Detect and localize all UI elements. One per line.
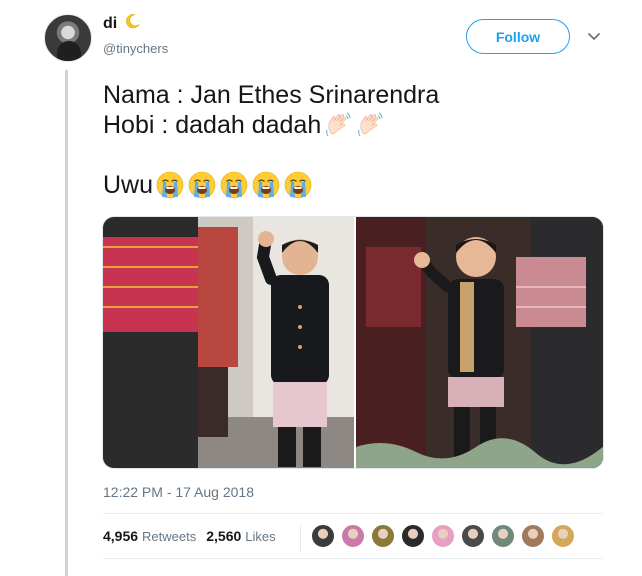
tweet-line-2: Hobi : dadah dadah bbox=[103, 111, 322, 139]
loudly-crying-face-icon bbox=[284, 171, 312, 199]
liker-avatar[interactable] bbox=[521, 524, 545, 548]
retweets-label: Retweets bbox=[142, 529, 197, 544]
tweet-line-1: Nama : Jan Ethes Srinarendra bbox=[103, 81, 440, 109]
media-grid bbox=[102, 216, 604, 469]
stats-bar: 4,956 Retweets 2,560 Likes bbox=[103, 513, 603, 559]
avatar[interactable] bbox=[44, 14, 92, 62]
liker-avatar[interactable] bbox=[311, 524, 335, 548]
chevron-down-icon[interactable] bbox=[587, 29, 601, 43]
liker-avatar[interactable] bbox=[401, 524, 425, 548]
retweets-stat[interactable]: 4,956 Retweets bbox=[103, 528, 196, 544]
loudly-crying-face-icon bbox=[156, 171, 184, 199]
tweet-line-uwu: Uwu bbox=[103, 170, 439, 200]
display-name[interactable]: di bbox=[103, 15, 117, 33]
liker-avatar[interactable] bbox=[371, 524, 395, 548]
liker-avatar[interactable] bbox=[341, 524, 365, 548]
liker-avatar[interactable] bbox=[461, 524, 485, 548]
loudly-crying-face-icon bbox=[252, 171, 280, 199]
tweet-text: Nama : Jan Ethes Srinarendra Hobi : dada… bbox=[103, 80, 439, 200]
tweet-line-name: Nama : Jan Ethes Srinarendra bbox=[103, 80, 439, 110]
likes-stat[interactable]: 2,560 Likes bbox=[206, 528, 275, 544]
photo-right[interactable] bbox=[355, 217, 603, 468]
liker-avatar[interactable] bbox=[491, 524, 515, 548]
thread-line bbox=[65, 70, 68, 576]
liker-avatars bbox=[300, 524, 581, 552]
likes-label: Likes bbox=[245, 529, 276, 544]
user-handle[interactable]: @tinychers bbox=[103, 41, 168, 56]
liker-avatar[interactable] bbox=[431, 524, 455, 548]
tweet-line-3: Uwu bbox=[103, 171, 154, 199]
tweet-timestamp[interactable]: 12:22 PM - 17 Aug 2018 bbox=[103, 484, 254, 500]
photo-left-illustration bbox=[103, 217, 354, 468]
photo-left[interactable] bbox=[103, 217, 354, 468]
loudly-crying-face-icon bbox=[188, 171, 216, 199]
follow-button[interactable]: Follow bbox=[466, 19, 570, 54]
photo-right-illustration bbox=[355, 217, 603, 468]
likes-count: 2,560 bbox=[206, 528, 242, 544]
retweets-count: 4,956 bbox=[103, 528, 139, 544]
waving-hand-icon bbox=[326, 112, 351, 137]
crescent-moon-icon bbox=[126, 14, 140, 29]
liker-avatar[interactable] bbox=[551, 524, 575, 548]
waving-hand-icon bbox=[358, 112, 383, 137]
tweet-line-hobby: Hobi : dadah dadah bbox=[103, 110, 439, 140]
loudly-crying-face-icon bbox=[220, 171, 248, 199]
